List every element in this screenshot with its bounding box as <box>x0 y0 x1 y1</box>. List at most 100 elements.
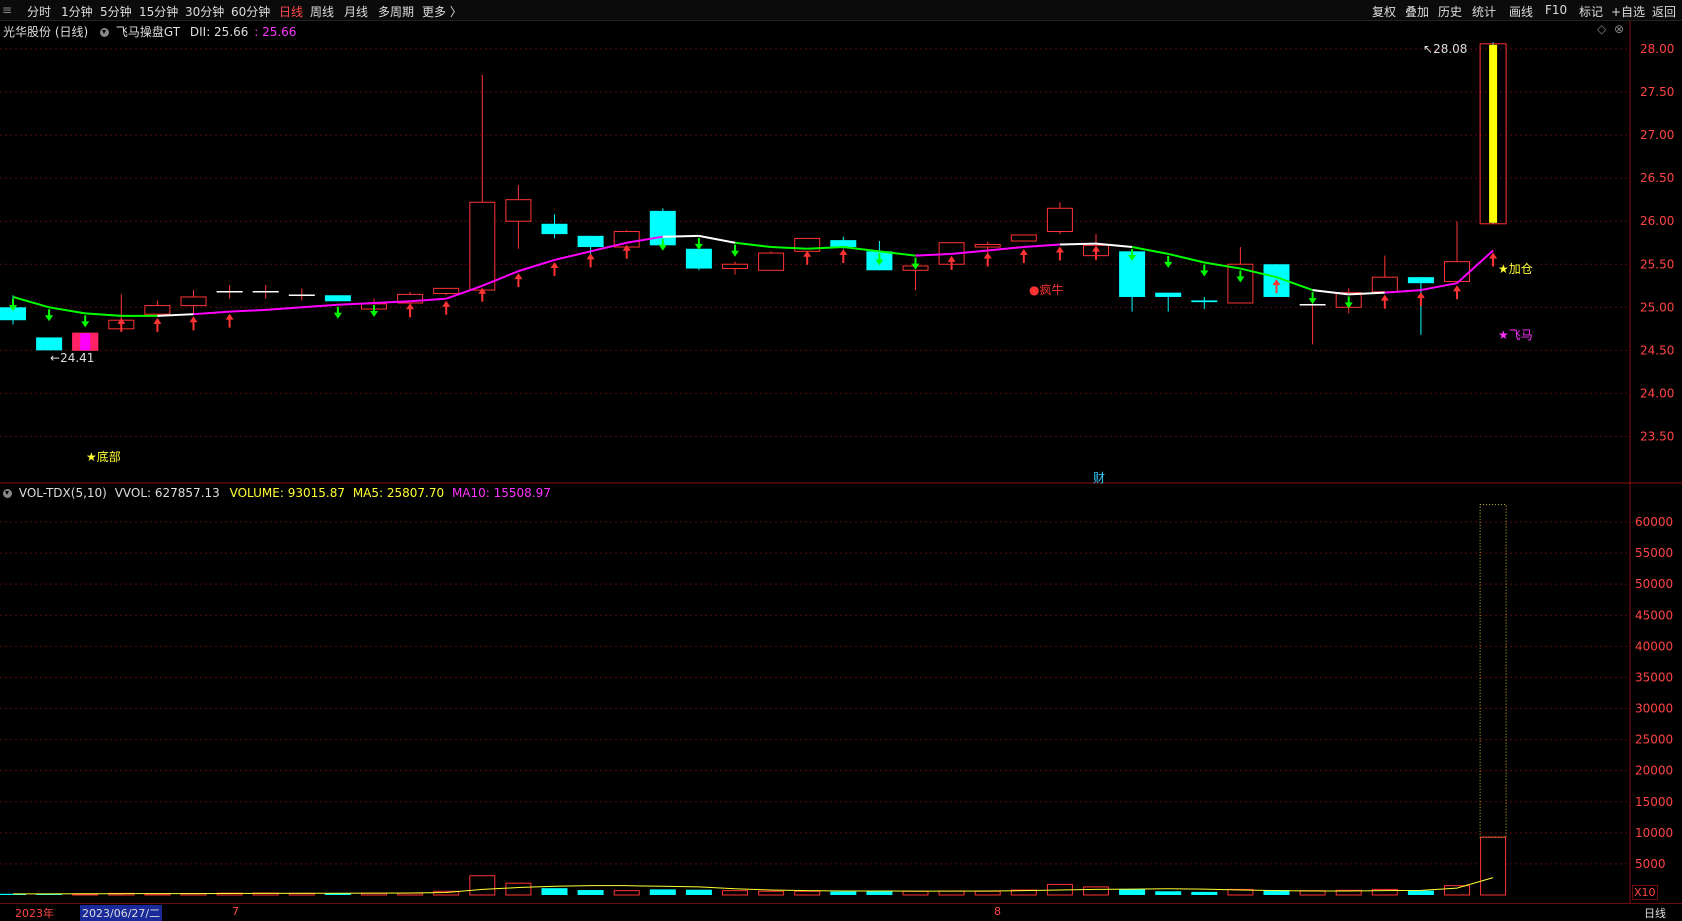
add-watchlist-button[interactable]: +自选 <box>1611 3 1645 20</box>
collapse-icon[interactable]: ≡ <box>2 3 12 17</box>
tab-fenshi[interactable]: 分时 <box>27 3 51 20</box>
volume-tick-label: 45000 <box>1635 608 1673 622</box>
candle-body <box>1407 277 1434 284</box>
volume-bar <box>1155 891 1182 895</box>
price-tick-label: 28.00 <box>1640 42 1674 56</box>
candle-body <box>1371 276 1398 293</box>
volume-tick-label: 50000 <box>1635 577 1673 591</box>
volume-bar <box>541 888 568 895</box>
volume-tick-label: 60000 <box>1635 515 1673 529</box>
candle-body <box>505 199 532 222</box>
volume-header: VOL-TDX(5,10) VVOL: 627857.13 VOLUME: 93… <box>3 486 551 500</box>
f10-button[interactable]: F10 <box>1545 3 1567 17</box>
overlay-button[interactable]: 叠加 <box>1405 3 1429 20</box>
dii-value: : 25.66 <box>254 25 297 39</box>
volume-value: VOLUME: 93015.87 <box>229 486 345 500</box>
dropdown-icon[interactable] <box>100 28 110 37</box>
candle-body <box>180 296 207 307</box>
volume-tick-label: 20000 <box>1635 764 1673 778</box>
tab-multi-period[interactable]: 多周期 <box>378 3 414 20</box>
price-tick-label: 25.50 <box>1640 257 1674 271</box>
price-tick-label: 27.50 <box>1640 85 1674 99</box>
ma5-value: MA5: 25807.70 <box>352 486 445 500</box>
tab-daily[interactable]: 日线 <box>279 3 303 20</box>
stock-title: 光华股份 (日线) <box>3 25 89 39</box>
ma10-value: MA10: 15508.97 <box>451 486 551 500</box>
price-tick-label: 25.00 <box>1640 300 1674 314</box>
fuquan-button[interactable]: 复权 <box>1372 3 1396 20</box>
candle-limit-up-fill <box>1489 44 1498 223</box>
volume-bar <box>469 875 496 896</box>
volume-bar <box>1083 886 1109 896</box>
diamond-icon[interactable]: ◇ <box>1597 22 1606 36</box>
volume-tick-label: 30000 <box>1635 702 1673 716</box>
volume-bar <box>974 890 1001 896</box>
price-tick-label: 24.00 <box>1640 386 1674 400</box>
volume-bar <box>613 890 640 896</box>
volume-bar <box>1191 891 1218 895</box>
volume-tick-label: 35000 <box>1635 670 1673 684</box>
mark-button[interactable]: 标记 <box>1579 3 1603 20</box>
volume-tick-label: 5000 <box>1635 857 1666 871</box>
month-7-label: 7 <box>232 905 239 918</box>
period-toolbar: ≡ 分时 1分钟 5分钟 15分钟 30分钟 60分钟 日线 周线 月线 多周期… <box>0 0 1682 21</box>
indicator-name[interactable]: 飞马操盘GT <box>116 25 180 39</box>
candle-body <box>36 337 63 351</box>
candle-body <box>830 240 857 248</box>
draw-button[interactable]: 画线 <box>1509 3 1533 20</box>
dii-label: DII: 25.66 <box>189 25 249 39</box>
candle-body <box>541 223 568 235</box>
month-8-label: 8 <box>994 905 1001 918</box>
indicator-line-segment <box>662 234 699 238</box>
candle-body <box>758 252 785 271</box>
tab-60min[interactable]: 60分钟 <box>231 3 270 20</box>
candle-body <box>1155 292 1182 297</box>
candle-body <box>144 305 171 315</box>
close-icon[interactable]: ⊗ <box>1614 22 1624 36</box>
volume-bar <box>830 891 857 895</box>
price-tick-label: 27.00 <box>1640 128 1674 142</box>
crazy-bull-signal: ●疯牛 <box>1029 283 1064 297</box>
volume-bar <box>505 882 532 896</box>
volume-bar <box>1444 885 1470 896</box>
volume-bar <box>902 890 929 896</box>
candle-special-core <box>80 333 91 351</box>
candle-body <box>433 287 460 295</box>
candle-body <box>1191 300 1218 303</box>
finance-marker[interactable]: 财 <box>1093 469 1105 486</box>
tab-monthly[interactable]: 月线 <box>344 3 368 20</box>
volume-bar <box>794 890 821 896</box>
history-button[interactable]: 历史 <box>1438 3 1462 20</box>
tab-1min[interactable]: 1分钟 <box>61 3 93 20</box>
volume-bar <box>577 890 604 895</box>
tab-more[interactable]: 更多 〉 <box>422 3 462 20</box>
tab-weekly[interactable]: 周线 <box>310 3 334 20</box>
dropdown-icon[interactable] <box>3 489 12 498</box>
volume-tick-label: 55000 <box>1635 546 1673 560</box>
feima-signal: ★飞马 <box>1498 328 1533 342</box>
main-chart-header: 光华股份 (日线) 飞马操盘GT DII: 25.66 : 25.66 <box>3 23 296 40</box>
candle-body <box>794 237 821 252</box>
vol-indicator-name[interactable]: VOL-TDX(5,10) <box>19 486 107 500</box>
candle-body <box>685 248 712 269</box>
tab-30min[interactable]: 30分钟 <box>185 3 224 20</box>
candle-body <box>722 263 748 270</box>
volume-bar <box>1480 836 1507 896</box>
tab-5min[interactable]: 5分钟 <box>100 3 132 20</box>
price-tick-label: 26.00 <box>1640 214 1674 228</box>
chart-background <box>0 20 1682 904</box>
price-tick-label: 23.50 <box>1640 429 1674 443</box>
back-button[interactable]: 返回 <box>1652 3 1676 20</box>
volume-bar <box>1407 890 1434 895</box>
volume-bar <box>1119 889 1146 895</box>
tab-15min[interactable]: 15分钟 <box>139 3 178 20</box>
candle-body <box>324 295 351 302</box>
stock-chart[interactable]: 28.00 27.50 27.00 26.50 26.00 25.50 25.00 24.50… <box>0 0 1682 919</box>
candle-body <box>1010 234 1037 242</box>
stats-button[interactable]: 统计 <box>1472 3 1496 20</box>
volume-bar <box>685 889 712 895</box>
volume-bar <box>722 890 748 896</box>
bottom-signal: ★底部 <box>86 450 121 464</box>
vvol-value: VVOL: 627857.13 <box>114 486 220 500</box>
price-tick-label: 24.50 <box>1640 343 1674 357</box>
